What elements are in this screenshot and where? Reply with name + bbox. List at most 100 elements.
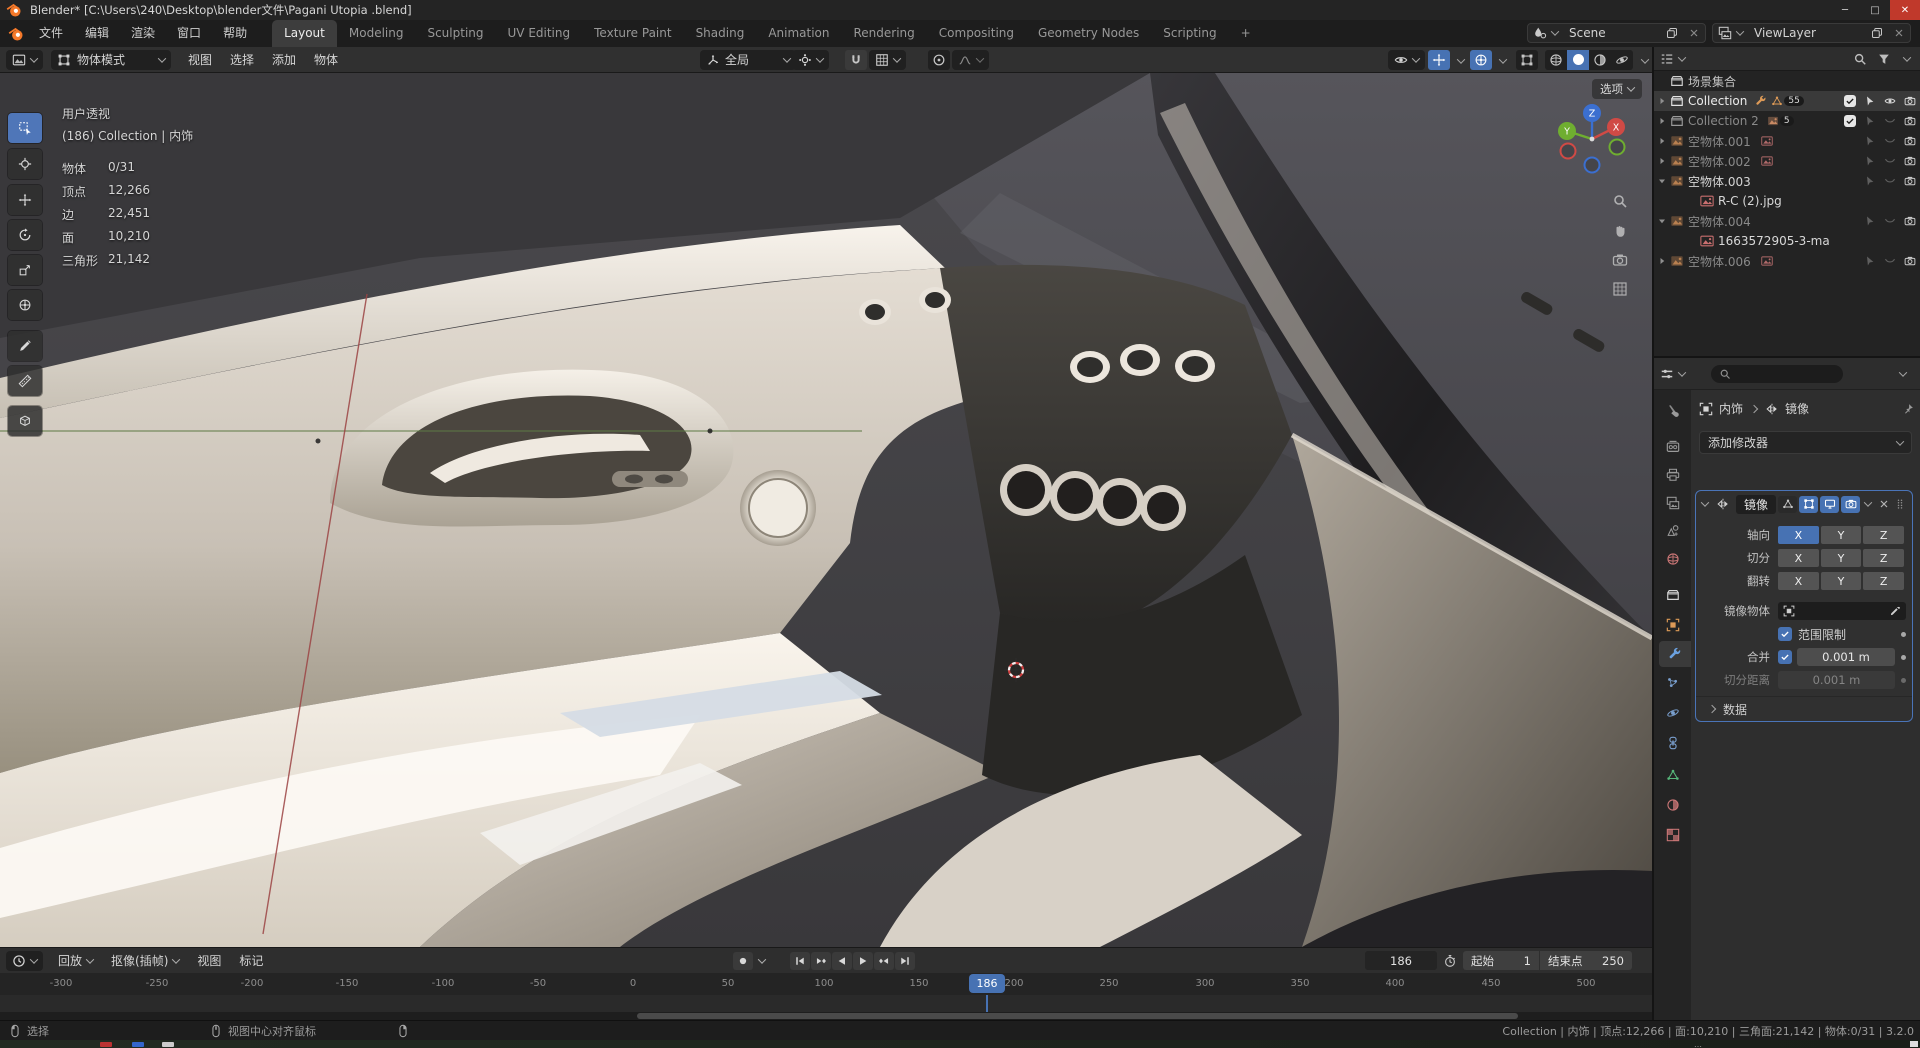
timeline-track[interactable] [0,995,1652,1012]
flip-y-button[interactable]: Y [1820,572,1862,590]
tab-layout[interactable]: Layout [272,20,337,47]
auto-keyframe-stopwatch-icon[interactable] [1443,954,1457,968]
bisect-distance-field[interactable]: 0.001 m [1778,671,1895,689]
outliner-search-icon[interactable] [1853,52,1867,66]
breadcrumb-object[interactable]: 内饰 [1719,400,1743,417]
properties-editor-type-button[interactable] [1660,367,1687,381]
disable-icon[interactable] [1884,155,1896,167]
transform-orientation[interactable]: 全局 [700,49,796,70]
viewlayer-remove-icon[interactable] [1888,24,1910,42]
menu-window[interactable]: 窗口 [166,20,212,47]
outliner-row-empty-003[interactable]: 空物体.003 [1654,171,1920,191]
scrollbar-thumb[interactable] [637,1013,1518,1019]
scene-unlink-icon[interactable] [1683,24,1705,42]
animate-dot[interactable] [1901,654,1906,660]
pivot-point-selector[interactable] [792,49,829,70]
minimize-button[interactable]: ─ [1830,0,1860,20]
outliner-row-empty-006[interactable]: 空物体.006 [1654,251,1920,271]
playhead-badge[interactable]: 186 [969,974,1005,993]
editor-type-button[interactable] [6,49,43,70]
tool-measure[interactable] [8,366,42,396]
pin-icon[interactable] [1902,403,1914,415]
selectable-icon[interactable] [1864,95,1876,107]
viewport-pan-icon[interactable] [1612,223,1628,242]
axis-x-button[interactable]: X [1778,526,1819,544]
tab-object-data[interactable] [1657,762,1688,788]
playhead-line[interactable] [986,995,988,1012]
disable-icon[interactable] [1884,135,1896,147]
viewport-menu-view[interactable]: 视图 [179,51,221,68]
frame-start-field[interactable]: 起始 1 [1463,951,1539,970]
timeline-menu-playback[interactable]: 回放 [49,952,102,969]
proportional-falloff-selector[interactable] [952,49,989,70]
properties-search-input[interactable] [1711,364,1843,383]
show-in-viewport-toggle[interactable] [1820,495,1839,513]
shading-dropdown-icon[interactable] [1640,55,1650,64]
tool-rotate[interactable] [8,220,42,250]
drag-handle-icon[interactable] [1894,498,1906,510]
show-in-editmode-toggle[interactable] [1799,495,1818,513]
axis-y-button[interactable]: Y [1820,526,1862,544]
axis-z-button[interactable]: Z [1863,526,1905,544]
outliner-editor-type-button[interactable] [1660,52,1687,66]
tool-annotate[interactable] [8,331,42,361]
outliner-row-collection2[interactable]: Collection 2 5 [1654,111,1920,131]
collapse-icon[interactable] [1656,215,1668,227]
animate-dot[interactable] [1901,631,1906,637]
outliner-row-empty-004[interactable]: 空物体.004 [1654,211,1920,231]
snap-target-selector[interactable] [869,49,906,70]
blender-menu-icon[interactable] [8,26,24,42]
tab-constraints[interactable] [1657,730,1688,756]
render-camera-icon[interactable] [1904,95,1916,107]
panel-divider[interactable] [1652,47,1654,1020]
collapse-icon[interactable] [1656,175,1668,187]
disable-icon[interactable] [1884,215,1896,227]
tab-tool[interactable] [1657,398,1688,424]
animate-dot[interactable] [1901,677,1906,683]
viewlayer-copy-icon[interactable] [1866,24,1888,42]
outliner-row-empty-002[interactable]: 空物体.002 [1654,151,1920,171]
tab-rendering[interactable]: Rendering [842,20,927,47]
outliner-row-image-rc2[interactable]: R-C (2).jpg [1654,191,1920,211]
outliner-row-scene-collection[interactable]: 场景集合 [1654,71,1920,91]
expand-icon[interactable] [1656,115,1668,127]
tab-output[interactable] [1657,462,1688,488]
record-dropdown-icon[interactable] [754,952,770,970]
proportional-edit-toggle[interactable] [928,49,950,70]
tab-compositing[interactable]: Compositing [927,20,1026,47]
modifier-name-field[interactable]: 镜像 [1736,494,1777,514]
play-reverse-button[interactable] [832,951,852,970]
scene-selector[interactable]: Scene [1527,23,1706,43]
expand-icon[interactable] [1656,155,1668,167]
render-camera-icon[interactable] [1904,115,1916,127]
jump-to-start-button[interactable] [790,951,810,970]
tool-cursor[interactable] [8,149,42,179]
mode-selector[interactable]: 物体模式 [51,49,171,70]
tab-modeling[interactable]: Modeling [337,20,416,47]
tab-scene[interactable] [1657,518,1688,544]
frame-end-field[interactable]: 结束点 250 [1540,951,1632,970]
viewport-zoom-icon[interactable] [1612,193,1628,212]
close-button[interactable]: ✕ [1890,0,1920,20]
tab-modifiers[interactable] [1659,641,1691,667]
render-camera-icon[interactable] [1904,155,1916,167]
show-on-cage-toggle[interactable] [1778,495,1797,513]
tool-select-box[interactable] [8,113,42,143]
selectable-icon[interactable] [1864,215,1876,227]
tool-transform[interactable] [8,290,42,320]
tab-animation[interactable]: Animation [756,20,841,47]
tab-physics[interactable] [1657,700,1688,726]
checkbox-icon[interactable] [1844,115,1856,127]
viewport-options-button[interactable]: 选项 [1592,79,1642,99]
viewlayer-name[interactable]: ViewLayer [1748,26,1866,40]
viewlayer-icon[interactable] [1713,24,1748,42]
viewport-canvas[interactable]: 用户透视 (186) Collection | 内饰 物体 0/31 顶点 12,2… [0,73,1652,947]
object-visibility-selector[interactable] [1388,49,1425,70]
navigation-gizmo[interactable]: Z X Y [1554,101,1630,177]
selectable-icon[interactable] [1864,135,1876,147]
gizmos-dropdown-icon[interactable] [1456,55,1466,64]
menu-file[interactable]: 文件 [28,20,74,47]
next-keyframe-button[interactable] [874,951,894,970]
tab-view-layer[interactable] [1657,490,1688,516]
scene-name[interactable]: Scene [1563,26,1661,40]
